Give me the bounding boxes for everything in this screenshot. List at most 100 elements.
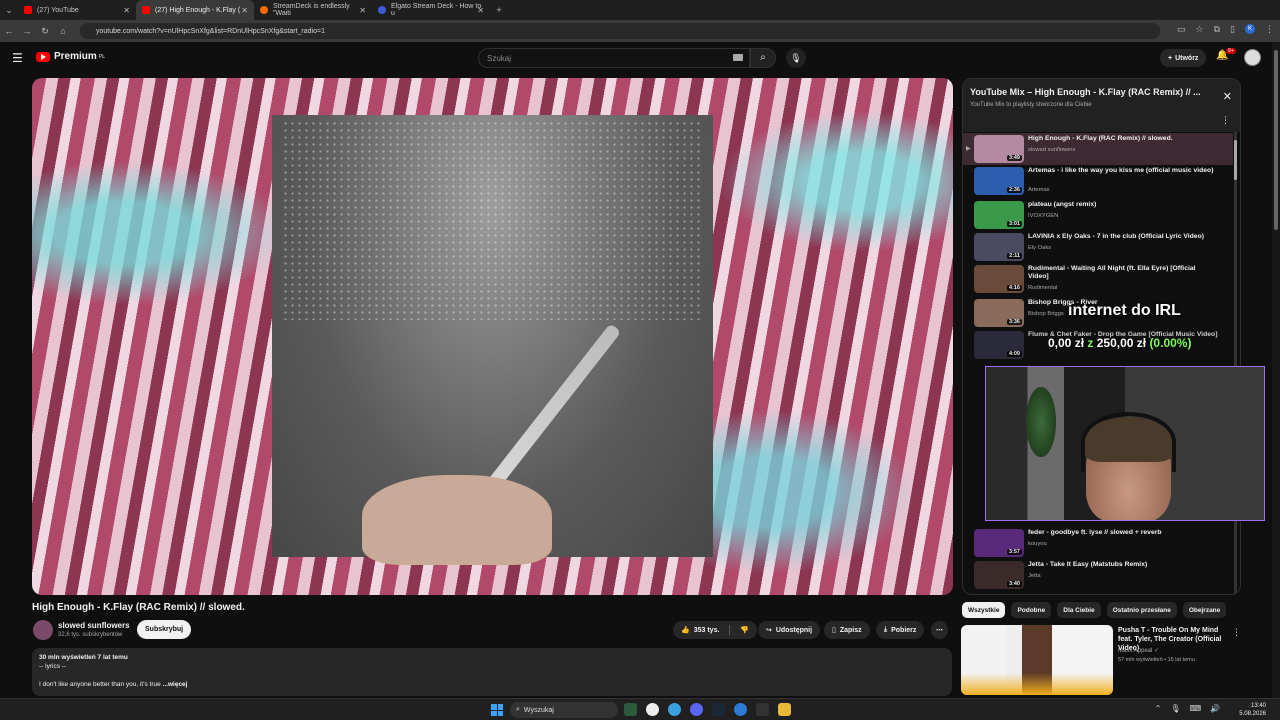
page-scrollbar[interactable]	[1272, 42, 1280, 698]
more-vertical-icon[interactable]: ⋮	[1221, 115, 1230, 126]
playlist-item[interactable]: 3:01 plateau (angst remix) IVOXYGEN	[963, 199, 1233, 231]
video-thumbnail: 4:16	[974, 265, 1024, 293]
app-icon[interactable]	[734, 703, 747, 716]
chevron-up-icon[interactable]: ⌃	[1155, 704, 1162, 713]
voice-search-button[interactable]: 🎙	[786, 48, 806, 68]
mix-title[interactable]: YouTube Mix – High Enough - K.Flay (RAC …	[970, 87, 1215, 97]
tab-elgato[interactable]: Elgato Stream Deck - How to u ✕	[372, 0, 490, 20]
fire-graphic	[961, 673, 1113, 695]
taskbar-search[interactable]: ⌕ Wyszukaj	[510, 702, 618, 718]
network-icon[interactable]: ⌨	[1189, 704, 1201, 713]
keyboard-icon[interactable]	[733, 54, 743, 61]
reload-icon[interactable]: ↻	[36, 26, 54, 37]
close-tab-icon[interactable]: ✕	[241, 6, 248, 15]
more-horizontal-icon: ⋯	[936, 627, 943, 634]
media-icon[interactable]	[646, 703, 659, 716]
more-actions-button[interactable]: ⋯	[931, 621, 948, 639]
account-avatar[interactable]	[1244, 49, 1261, 66]
show-more-link[interactable]: ...więcej	[163, 681, 188, 688]
tab-youtube[interactable]: (27) YouTube ✕	[18, 0, 136, 20]
description-preview: I don't like anyone better than you, it'…	[39, 681, 188, 688]
like-button[interactable]: 👍 353 tys. 👎	[673, 621, 758, 639]
windows-taskbar: ⌕ Wyszukaj ⌃ 🎙 ⌨ 🔊 13:40 5.08.2026	[0, 698, 1280, 720]
description-box[interactable]: 30 mln wyświetleń 7 lat temu -- lyrics -…	[32, 648, 952, 696]
home-icon[interactable]: ⌂	[54, 26, 72, 36]
file-explorer-icon[interactable]	[778, 703, 791, 716]
tab-streamdeck[interactable]: StreamDeck is endlessly "Waiti ✕	[254, 0, 372, 20]
search-button[interactable]: ⌕	[750, 48, 776, 68]
video-thumbnail: 2:36	[974, 167, 1024, 195]
now-playing-icon: ▶	[966, 146, 971, 152]
youtube-premium-logo[interactable]: Premium PL	[36, 51, 105, 62]
thumbs-down-icon[interactable]: 👎	[740, 626, 749, 634]
playlist-scrollbar[interactable]	[1234, 132, 1237, 594]
chip-related[interactable]: Podobne	[1011, 602, 1052, 618]
windows-start-icon[interactable]	[491, 704, 503, 716]
download-icon: ⤓	[884, 626, 888, 633]
youtube-favicon-icon	[24, 6, 32, 14]
playlist-item[interactable]: 4:16 Rudimental - Waiting All Night (ft.…	[963, 263, 1233, 295]
tab-high-enough[interactable]: (27) High Enough - K.Flay ( ✕	[136, 0, 254, 20]
playlist-item[interactable]: 3:57 feder - goodbye ft. lyse // slowed …	[963, 527, 1233, 559]
close-tab-icon[interactable]: ✕	[359, 6, 366, 15]
channel-name[interactable]: slowed sunflowers	[58, 621, 130, 630]
scrollbar-thumb[interactable]	[1234, 140, 1237, 180]
chip-recently-uploaded[interactable]: Ostatnio przesłane	[1106, 602, 1177, 618]
youtube-header: ☰ Premium PL Szukaj ⌕ 🎙 + Utwórz 🔔 9+	[0, 42, 1280, 74]
epic-games-icon[interactable]	[756, 703, 769, 716]
extensions-icon[interactable]: ⧉	[1214, 24, 1220, 35]
playlist-item[interactable]: 3:40 Jetta - Take It Easy (Matstubs Remi…	[963, 559, 1233, 591]
bookmark-star-icon[interactable]: ☆	[1196, 24, 1204, 35]
video-thumbnail: 3:01	[974, 201, 1024, 229]
save-button[interactable]: ▯ Zapisz	[824, 621, 870, 639]
steam-icon[interactable]	[712, 703, 725, 716]
mix-subtitle: YouTube Mix to playlisty stworzone dla C…	[970, 102, 1092, 108]
back-icon[interactable]: ←	[0, 26, 18, 36]
download-button[interactable]: ⤓ Pobierz	[876, 621, 925, 639]
xbox-icon[interactable]	[624, 703, 637, 716]
volume-icon[interactable]: 🔊	[1210, 704, 1220, 713]
chip-watched[interactable]: Obejrzane	[1182, 602, 1227, 618]
hand	[362, 475, 552, 565]
profile-icon[interactable]: K	[1245, 24, 1255, 34]
glitter-texture	[282, 120, 702, 320]
cast-icon[interactable]: ▭	[1177, 24, 1186, 35]
thumbs-up-icon: 👍	[681, 627, 690, 634]
more-vertical-icon[interactable]: ⋮	[1232, 627, 1241, 638]
view-stats: 30 mln wyświetleń 7 lat temu	[39, 654, 128, 661]
browser-toolbar: ▭ ☆ ⧉ ▯ K ⋮	[1177, 24, 1274, 35]
headset-icon	[1081, 412, 1176, 472]
url-field[interactable]: youtube.com/watch?v=nUlHpcSnXfg&list=RDn…	[80, 23, 1160, 39]
recommended-thumbnail[interactable]	[961, 625, 1113, 695]
forward-icon[interactable]: →	[18, 26, 36, 36]
subscribe-button[interactable]: Subskrybuj	[137, 620, 192, 639]
playlist-item[interactable]: 2:11 LAVINIA x Ely Oaks - 7 in the club …	[963, 231, 1233, 263]
chip-all[interactable]: Wszystkie	[962, 602, 1006, 618]
system-clock[interactable]: 13:40 5.08.2026	[1239, 702, 1266, 718]
discord-icon[interactable]	[690, 703, 703, 716]
scrollbar-thumb[interactable]	[1274, 50, 1278, 230]
playlist-item[interactable]: 2:36 Artemas - i like the way you kiss m…	[963, 165, 1233, 197]
search-icon: ⌕	[516, 706, 520, 713]
search-input[interactable]: Szukaj	[478, 48, 750, 68]
hamburger-menu-icon[interactable]: ☰	[12, 51, 23, 65]
playlist-item[interactable]: ▶ 3:49 High Enough - K.Flay (RAC Remix) …	[963, 133, 1233, 165]
mic-tray-icon[interactable]: 🎙	[1170, 704, 1180, 713]
elgato-favicon-icon	[378, 6, 386, 14]
create-button[interactable]: + Utwórz	[1160, 49, 1207, 67]
close-tab-icon[interactable]: ✕	[477, 6, 484, 15]
streamer-webcam	[985, 366, 1265, 521]
tab-list-icon[interactable]: ⌄	[0, 5, 18, 16]
chrome-icon[interactable]	[668, 703, 681, 716]
notification-count-badge: 9+	[1226, 48, 1236, 54]
video-player[interactable]	[32, 78, 953, 595]
new-tab-icon[interactable]: +	[490, 5, 508, 15]
recommended-channel[interactable]: Mass Appeal ✓	[1118, 647, 1159, 654]
more-menu-icon[interactable]: ⋮	[1265, 24, 1274, 35]
chip-for-you[interactable]: Dla Ciebie	[1057, 602, 1101, 618]
channel-avatar[interactable]	[33, 620, 53, 640]
sidebar-icon[interactable]: ▯	[1230, 24, 1235, 35]
close-icon[interactable]: ✕	[1223, 90, 1232, 103]
share-button[interactable]: ↪ Udostępnij	[758, 621, 821, 639]
close-tab-icon[interactable]: ✕	[123, 6, 130, 15]
